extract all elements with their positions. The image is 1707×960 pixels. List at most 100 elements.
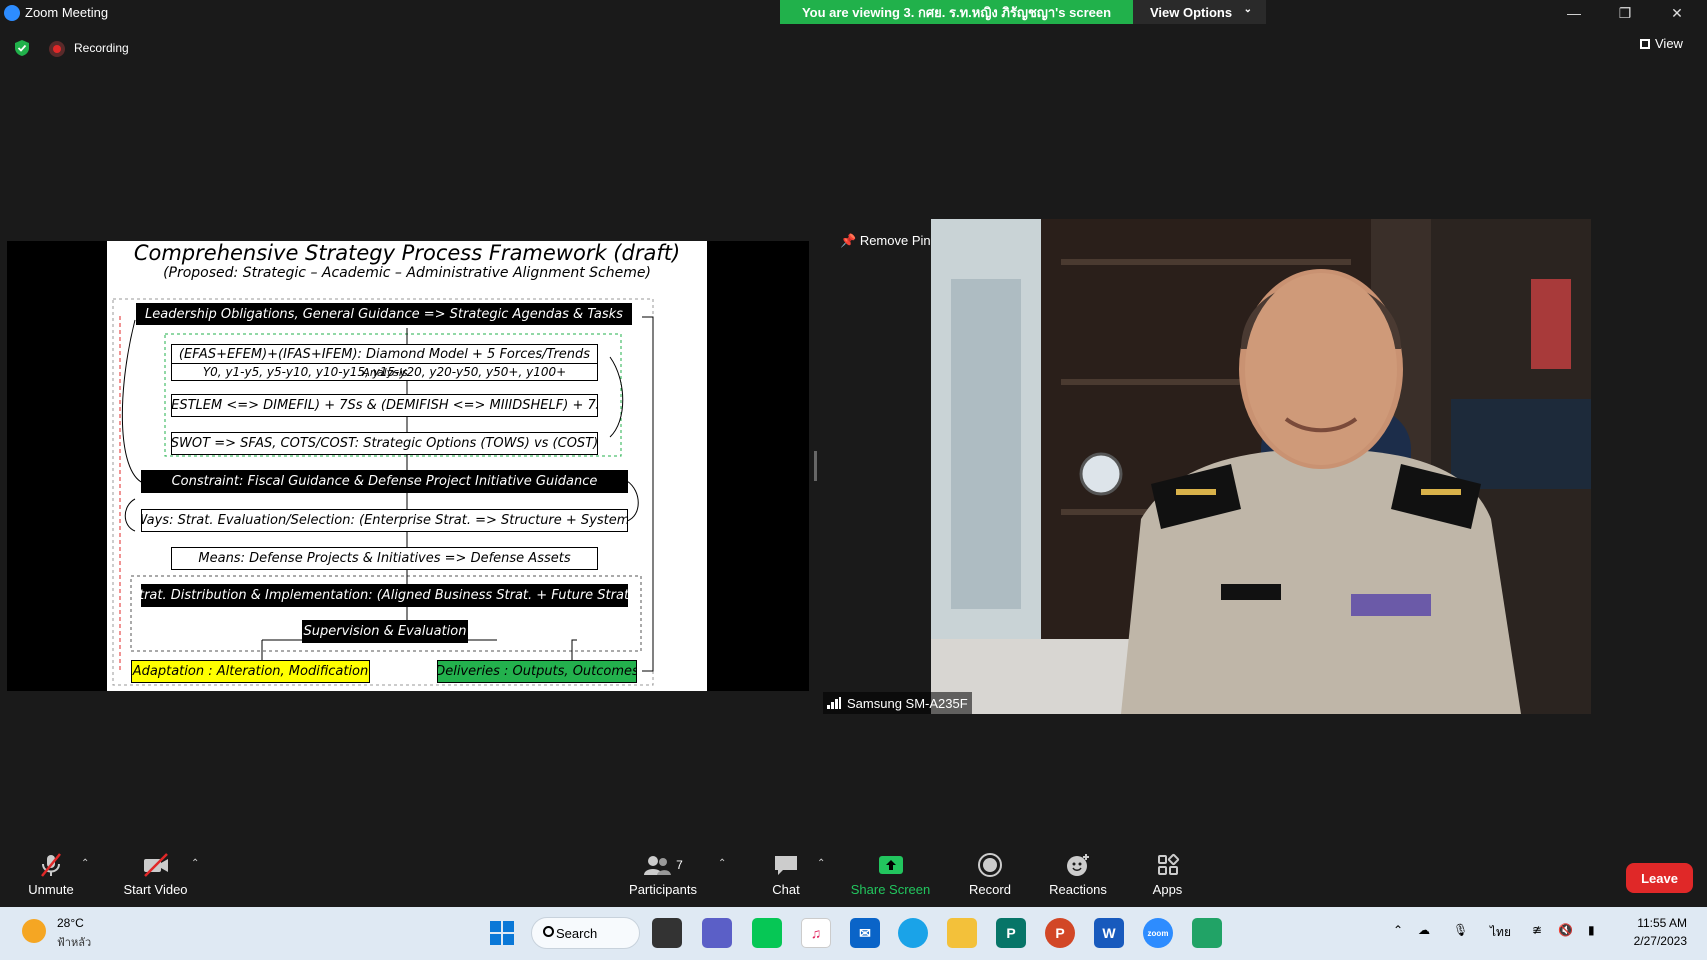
adaptation-block: Adaptation : Alteration, Modification: [131, 660, 370, 683]
view-options-label: View Options: [1150, 4, 1233, 20]
diamond-model-block: (EFAS+EFEM)+(IFAS+IFEM): Diamond Model +…: [171, 344, 598, 364]
participant-name-tag: Samsung SM-A235F: [823, 692, 972, 714]
view-button[interactable]: View: [1640, 36, 1683, 51]
viewing-screen-banner: You are viewing 3. กศย. ร.ท.หญิง ภิรัญชญ…: [780, 0, 1133, 24]
participant-video[interactable]: [931, 219, 1591, 714]
edge-browser-icon[interactable]: [898, 918, 928, 948]
zoom-taskbar-icon[interactable]: zoom: [1143, 918, 1173, 948]
participant-video-frame: [931, 219, 1591, 714]
word-icon[interactable]: W: [1094, 918, 1124, 948]
share-screen-icon: [878, 856, 903, 874]
restore-icon[interactable]: ❐: [1605, 2, 1645, 24]
pin-icon: 📌: [840, 233, 857, 248]
analysis-label: Analysis: [362, 366, 408, 379]
apps-button[interactable]: Apps: [1145, 850, 1190, 906]
line-app-icon[interactable]: [752, 918, 782, 948]
wifi-icon[interactable]: ≇: [1532, 923, 1542, 937]
minimize-icon[interactable]: —: [1554, 2, 1594, 24]
leave-button[interactable]: Leave: [1626, 863, 1693, 893]
battery-icon[interactable]: ▮: [1588, 923, 1595, 937]
reactions-icon: [1067, 854, 1089, 876]
onedrive-cloud-icon[interactable]: ☁: [1418, 923, 1430, 937]
weather-icon[interactable]: [22, 919, 46, 943]
spreadsheet-app-icon[interactable]: [1192, 918, 1222, 948]
shield-icon[interactable]: [14, 39, 30, 57]
clock-date[interactable]: 2/27/2023: [1617, 934, 1687, 948]
window-title: Zoom Meeting: [25, 5, 109, 20]
microphone-tray-icon[interactable]: 🎙: [1453, 923, 1468, 937]
mail-icon[interactable]: ✉: [850, 918, 880, 948]
view-label: View: [1655, 36, 1683, 51]
start-video-button[interactable]: Start Video: [113, 850, 198, 906]
participants-label: Participants: [629, 882, 697, 897]
view-options-button[interactable]: View Options ⌄: [1133, 0, 1266, 24]
chat-label: Chat: [772, 882, 800, 897]
unmute-label: Unmute: [28, 882, 74, 897]
ways-block: Ways: Strat. Evaluation/Selection: (Ente…: [141, 509, 628, 532]
microphone-muted-icon: [41, 853, 61, 877]
shared-screen: Comprehensive Strategy Process Framework…: [7, 241, 809, 691]
reactions-button[interactable]: Reactions: [1043, 850, 1113, 906]
powerpoint-icon[interactable]: P: [1045, 918, 1075, 948]
search-label: Search: [556, 925, 598, 941]
constraint-block: Constraint: Fiscal Guidance & Defense Pr…: [141, 470, 628, 493]
participants-icon: [644, 856, 672, 875]
task-view-icon[interactable]: [652, 918, 682, 948]
weather-condition[interactable]: ฟ้าหลัว: [57, 933, 91, 951]
search-icon: [543, 926, 554, 937]
share-screen-button[interactable]: Share Screen: [848, 850, 933, 906]
pestlem-block: (PESTLEM <=> DIMEFIL) + 7Ss & (DEMIFISH …: [171, 394, 598, 417]
signal-strength-icon: [827, 697, 841, 709]
file-explorer-icon[interactable]: [947, 918, 977, 948]
zoom-logo-icon: [4, 5, 20, 21]
language-indicator[interactable]: ไทย: [1490, 923, 1511, 942]
taskbar-search[interactable]: Search: [531, 917, 640, 949]
means-block: Means: Defense Projects & Initiatives =>…: [171, 547, 598, 570]
remove-pin-button[interactable]: 📌 Remove Pin: [840, 233, 931, 249]
close-icon[interactable]: ✕: [1657, 2, 1697, 24]
video-off-icon: [143, 853, 168, 877]
reactions-label: Reactions: [1049, 882, 1107, 897]
chevron-down-icon: ⌄: [1243, 4, 1252, 15]
participants-count: 7: [676, 858, 683, 872]
show-hidden-icons-icon[interactable]: ⌃: [1393, 923, 1403, 937]
meeting-toolbar: Unmute ⌃ Start Video ⌃ 7 Participants ⌃ …: [0, 850, 1707, 906]
recording-icon: [49, 41, 65, 57]
split-drag-handle[interactable]: [814, 451, 817, 481]
audio-options-caret-icon[interactable]: ⌃: [81, 858, 89, 869]
remove-pin-label: Remove Pin: [859, 233, 931, 248]
share-screen-label: Share Screen: [850, 882, 931, 897]
swot-block: SWOT => SFAS, COTS/COST: Strategic Optio…: [171, 432, 598, 455]
deliveries-block: Deliveries : Outputs, Outcomes: [437, 660, 637, 683]
start-menu-icon[interactable]: [487, 918, 517, 948]
chat-button[interactable]: Chat: [761, 850, 811, 906]
supervision-block: Supervision & Evaluation: [302, 620, 468, 643]
teams-chat-icon[interactable]: [702, 918, 732, 948]
weather-temperature[interactable]: 28°C: [57, 916, 84, 930]
itunes-icon[interactable]: ♫: [801, 918, 831, 948]
meeting-status-bar: Recording: [0, 34, 1707, 62]
record-icon: [978, 853, 1002, 877]
presentation-slide: Comprehensive Strategy Process Framework…: [107, 241, 707, 691]
participant-name: Samsung SM-A235F: [847, 695, 968, 711]
clock-time[interactable]: 11:55 AM: [1627, 916, 1687, 930]
participants-button[interactable]: 7 Participants: [623, 850, 703, 906]
record-button[interactable]: Record: [962, 850, 1018, 906]
record-label: Record: [969, 882, 1011, 897]
distribution-block: Strat. Distribution & Implementation: (A…: [141, 584, 628, 607]
unmute-button[interactable]: Unmute: [21, 850, 81, 906]
chat-caret-icon[interactable]: ⌃: [817, 858, 825, 869]
start-video-label: Start Video: [123, 882, 188, 897]
publisher-icon[interactable]: P: [996, 918, 1026, 948]
view-layout-icon: [1640, 39, 1650, 49]
apps-label: Apps: [1152, 882, 1183, 897]
volume-muted-icon[interactable]: 🔇: [1558, 923, 1573, 937]
title-bar: Zoom Meeting You are viewing 3. กศย. ร.ท…: [0, 0, 1707, 26]
chat-icon: [775, 856, 797, 875]
windows-taskbar: 28°C ฟ้าหลัว Search ♫ ✉ P P W zoom ⌃ ☁ 🎙…: [0, 907, 1707, 960]
participants-caret-icon[interactable]: ⌃: [718, 858, 726, 869]
apps-icon: [1157, 853, 1179, 875]
video-options-caret-icon[interactable]: ⌃: [191, 858, 199, 869]
recording-label: Recording: [74, 41, 129, 55]
leadership-block: Leadership Obligations, General Guidance…: [136, 303, 632, 325]
